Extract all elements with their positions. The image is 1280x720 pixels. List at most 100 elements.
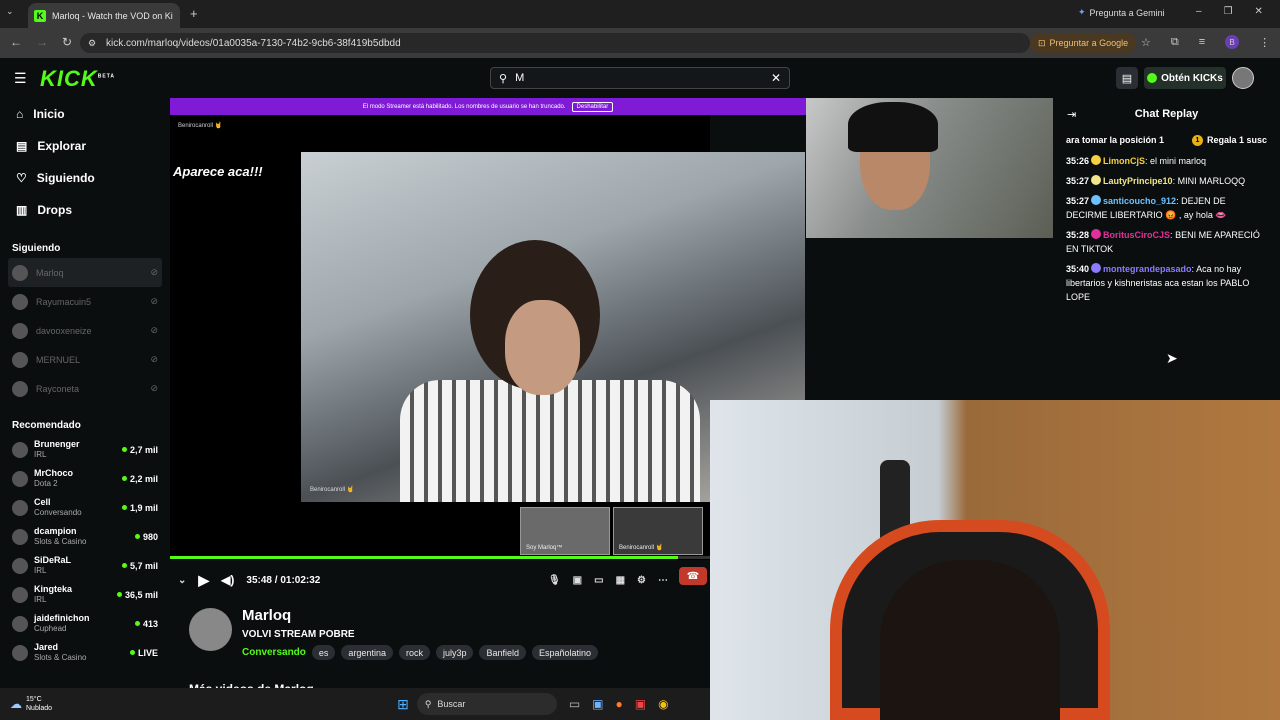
nav-inicio[interactable]: ⌂ Inicio (0, 98, 170, 130)
recommended-item[interactable]: Brunenger IRL 2,7 mil (0, 435, 170, 464)
streamer-category: Slots & Casino (34, 653, 87, 662)
kick-logo[interactable]: KICKBETA (40, 66, 115, 92)
firefox-icon[interactable]: ● (616, 697, 623, 711)
recommended-item[interactable]: Kingteka IRL 36,5 mil (0, 580, 170, 609)
search-bar[interactable]: ⚲ M ✕ (490, 67, 790, 89)
kick-favicon: K (34, 9, 46, 22)
following-item[interactable]: davooxeneize ⊘ (0, 316, 170, 345)
effects-icon[interactable]: ⚙ (637, 575, 646, 586)
gemini-button[interactable]: ✦ Pregunta a Gemini (1078, 7, 1165, 18)
mini-cam-2[interactable]: Benirocanroll 🤘 (613, 507, 703, 555)
browser-menu-icon[interactable]: ⋮ (1259, 36, 1270, 49)
mini-cam-1[interactable]: Soy Marloq™ (520, 507, 610, 555)
chat-username[interactable]: santicoucho_912 (1103, 196, 1176, 206)
bookmark-star-icon[interactable]: ☆ (1141, 36, 1151, 49)
back-icon[interactable]: ← (10, 35, 22, 49)
avatar (12, 615, 28, 632)
chat-messages: 35:26 LimonCjS: el mini marloq 35:27 LautyP… (1053, 154, 1280, 304)
viewer-count-label: 980 (142, 531, 158, 542)
get-kicks-button[interactable]: Obtén KICKs (1144, 67, 1226, 89)
viewer-count: 980 (134, 531, 158, 542)
camera-icon[interactable]: ▣ (573, 575, 582, 586)
chat-username[interactable]: BoritusCiroCJS (1103, 230, 1170, 240)
following-item[interactable]: Marloq ⊘ (8, 258, 162, 287)
recommended-item[interactable]: dcampion Slots & Casino 980 (0, 522, 170, 551)
logo-badge: BETA (97, 73, 116, 80)
pinned-gift-bar[interactable]: ara tomar la posición 1 1 Regala 1 susc (1053, 130, 1280, 150)
minimize-icon[interactable]: – (1196, 6, 1202, 17)
sidebar: ⌂ Inicio ▤ Explorar ♡ Siguiendo ▥ Drops Sigu… (0, 98, 170, 688)
chat-username[interactable]: montegrandepasado (1103, 264, 1192, 274)
mic-icon[interactable]: 🎙 (548, 575, 561, 586)
close-tab-icon[interactable]: ✕ (179, 10, 180, 21)
extensions-icon[interactable]: ⧉ (1171, 36, 1179, 49)
following-name: Rayumacuin5 (36, 296, 92, 307)
tag[interactable]: es (311, 645, 336, 660)
nav-explorar[interactable]: ▤ Explorar (0, 130, 170, 162)
user-avatar[interactable] (1232, 67, 1254, 89)
tag[interactable]: rock (398, 645, 430, 660)
clear-search-icon[interactable]: ✕ (771, 71, 781, 85)
ask-google-button[interactable]: ⊡ Preguntar a Google (1030, 33, 1137, 53)
grid-icon[interactable]: ▦ (616, 575, 625, 586)
recommended-item[interactable]: MrChoco Dota 2 2,2 mil (0, 464, 170, 493)
recommended-item[interactable]: Cell Conversando 1,9 mil (0, 493, 170, 522)
chat-username[interactable]: LimonCjS (1103, 156, 1145, 166)
site-info-icon[interactable]: ⚙ (88, 38, 96, 49)
avatar (12, 528, 28, 545)
browser-tab[interactable]: K Marloq - Watch the VOD on Ki ✕ (28, 3, 180, 28)
screen-share-icon[interactable]: ▭ (594, 575, 603, 586)
recommended-item[interactable]: jaidefinichon Cuphead 413 (0, 609, 170, 638)
new-tab-button[interactable]: + (190, 6, 198, 21)
chat-message: 35:27 santicoucho_912: DEJEN DE DECIRME L… (1053, 194, 1280, 222)
taskbar-search[interactable]: ⚲ Buscar (416, 693, 557, 715)
tag[interactable]: july3p (435, 645, 474, 660)
hamburger-menu-icon[interactable]: ☰ (14, 70, 27, 87)
play-icon[interactable]: ▶ (198, 572, 209, 589)
chat-username[interactable]: LautyPrincipe10 (1103, 176, 1173, 186)
search-input[interactable]: M (515, 72, 763, 84)
nav-drops[interactable]: ▥ Drops (0, 194, 170, 226)
weather-widget[interactable]: ☁ 15°C Nublado (0, 695, 52, 713)
more-options-icon[interactable]: ⋯ (658, 575, 668, 586)
app-icon[interactable]: ▣ (635, 697, 646, 711)
mouse-cursor-icon: ➤ (1166, 350, 1178, 366)
close-window-icon[interactable]: ✕ (1255, 6, 1263, 17)
layout-toggle-icon[interactable]: ▤ (1116, 67, 1138, 89)
tag[interactable]: argentina (341, 645, 393, 660)
volume-icon[interactable]: ◀) (221, 573, 234, 587)
end-call-icon[interactable]: ☎ (679, 567, 707, 585)
category-link[interactable]: Conversando (242, 647, 306, 658)
collapse-chat-icon[interactable]: ⇥ (1067, 108, 1076, 121)
store-icon[interactable]: ▣ (592, 697, 603, 711)
user-badge-icon (1091, 155, 1102, 165)
media-icon[interactable]: ≡ (1199, 36, 1205, 48)
chevron-down-icon[interactable]: ⌄ (178, 575, 186, 586)
windows-start-icon[interactable]: ⊞ (397, 696, 409, 713)
tab-list-button[interactable]: ⌄ (6, 6, 14, 17)
reload-icon[interactable]: ↻ (62, 35, 72, 49)
following-item[interactable]: Rayumacuin5 ⊘ (0, 287, 170, 316)
chrome-icon[interactable]: ◉ (658, 697, 668, 711)
forward-icon[interactable]: → (36, 35, 48, 49)
message-timestamp: 35:27 (1066, 196, 1090, 206)
url-bar[interactable]: ⚙ kick.com/marloq/videos/01a0035a-7130-7… (80, 33, 1030, 53)
disable-streamer-mode-button[interactable]: Deshabilitar (571, 101, 614, 112)
live-dot-icon (129, 650, 135, 655)
avatar (12, 264, 28, 281)
channel-avatar[interactable] (189, 608, 232, 651)
viewer-count-label: 2,7 mil (129, 444, 158, 455)
recommended-item[interactable]: SiDeRaL IRL 5,7 mil (0, 551, 170, 580)
user-badge-icon (1091, 263, 1102, 273)
tag[interactable]: Españolatino (532, 645, 599, 660)
task-view-icon[interactable]: ▭ (569, 697, 580, 711)
tag[interactable]: Banfield (479, 645, 527, 660)
profile-avatar[interactable]: B (1225, 35, 1240, 49)
recommended-item[interactable]: Jared Slots & Casino LIVE (0, 638, 170, 667)
restore-icon[interactable]: ❐ (1224, 6, 1233, 17)
nav-siguiendo[interactable]: ♡ Siguiendo (0, 162, 170, 194)
player-controls: ⌄ ▶ ◀) 35:48 / 01:02:32 🎙 ▣ ▭ ▦ ⚙ ⋯ (170, 566, 710, 594)
channel-name[interactable]: Marloq (242, 607, 291, 624)
following-item[interactable]: Rayconeta ⊘ (0, 374, 170, 403)
following-item[interactable]: MERNUEL ⊘ (0, 345, 170, 374)
